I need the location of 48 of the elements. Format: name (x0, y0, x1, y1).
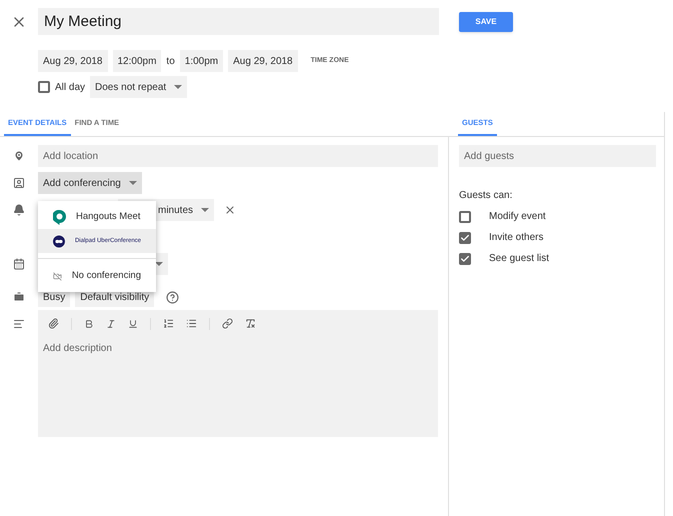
start-date-field[interactable]: Aug 29, 2018 (38, 50, 108, 72)
description-editor[interactable]: Add description (38, 310, 438, 437)
caret-icon (155, 262, 163, 266)
checkbox[interactable] (459, 232, 471, 244)
italic-icon[interactable] (106, 318, 116, 328)
all-day-label: All day (55, 80, 86, 94)
bulleted-list-icon[interactable] (186, 318, 197, 329)
checkbox[interactable] (459, 252, 471, 264)
guests-field[interactable]: Add guests (459, 145, 656, 167)
repeat-dropdown[interactable]: Does not repeat (90, 76, 188, 98)
to-label: to (166, 54, 175, 68)
permission-label: See guest list (489, 252, 550, 266)
video-off-icon (53, 270, 62, 282)
checkbox[interactable] (38, 81, 50, 93)
end-date-field[interactable]: Aug 29, 2018 (228, 50, 298, 72)
numbered-list-icon[interactable] (163, 318, 174, 329)
close-icon (224, 204, 236, 216)
menu-item[interactable]: No conferencing (38, 264, 156, 288)
description-placeholder: Add description (42, 342, 113, 356)
location-pin-icon (13, 150, 25, 162)
attach-icon[interactable] (48, 318, 59, 329)
guests-can-label: Guests can: (459, 189, 514, 203)
permission-label: Modify event (489, 210, 546, 224)
link-icon[interactable] (222, 318, 233, 329)
chat-bubble-icon (53, 210, 66, 224)
start-time-field[interactable]: 12:00pm (112, 50, 162, 72)
caret-icon (201, 208, 210, 212)
dialpad-logo-icon (53, 234, 65, 248)
location-field[interactable]: Add location (38, 145, 438, 167)
title-field[interactable]: My Meeting (38, 8, 439, 35)
clear-formatting-icon[interactable] (245, 318, 256, 329)
menu-item[interactable]: Hangouts Meet (38, 205, 156, 229)
checkbox[interactable] (459, 210, 471, 222)
briefcase-icon (13, 291, 25, 303)
contact-card-icon (13, 177, 25, 189)
permission-label: Invite others (489, 231, 544, 245)
remove-button[interactable] (224, 204, 236, 216)
bell-icon (13, 204, 25, 216)
caret-icon (174, 85, 182, 89)
caret-icon (128, 181, 137, 185)
help-icon[interactable] (166, 290, 180, 304)
bold-icon[interactable] (84, 318, 94, 328)
save-button[interactable]: SAVE (459, 12, 513, 32)
description-icon (13, 318, 25, 330)
underline-icon[interactable] (128, 318, 138, 328)
conferencing-dropdown[interactable]: Add conferencing (38, 172, 142, 194)
calendar-icon (13, 258, 25, 270)
end-time-field[interactable]: 1:00pm (180, 50, 224, 72)
